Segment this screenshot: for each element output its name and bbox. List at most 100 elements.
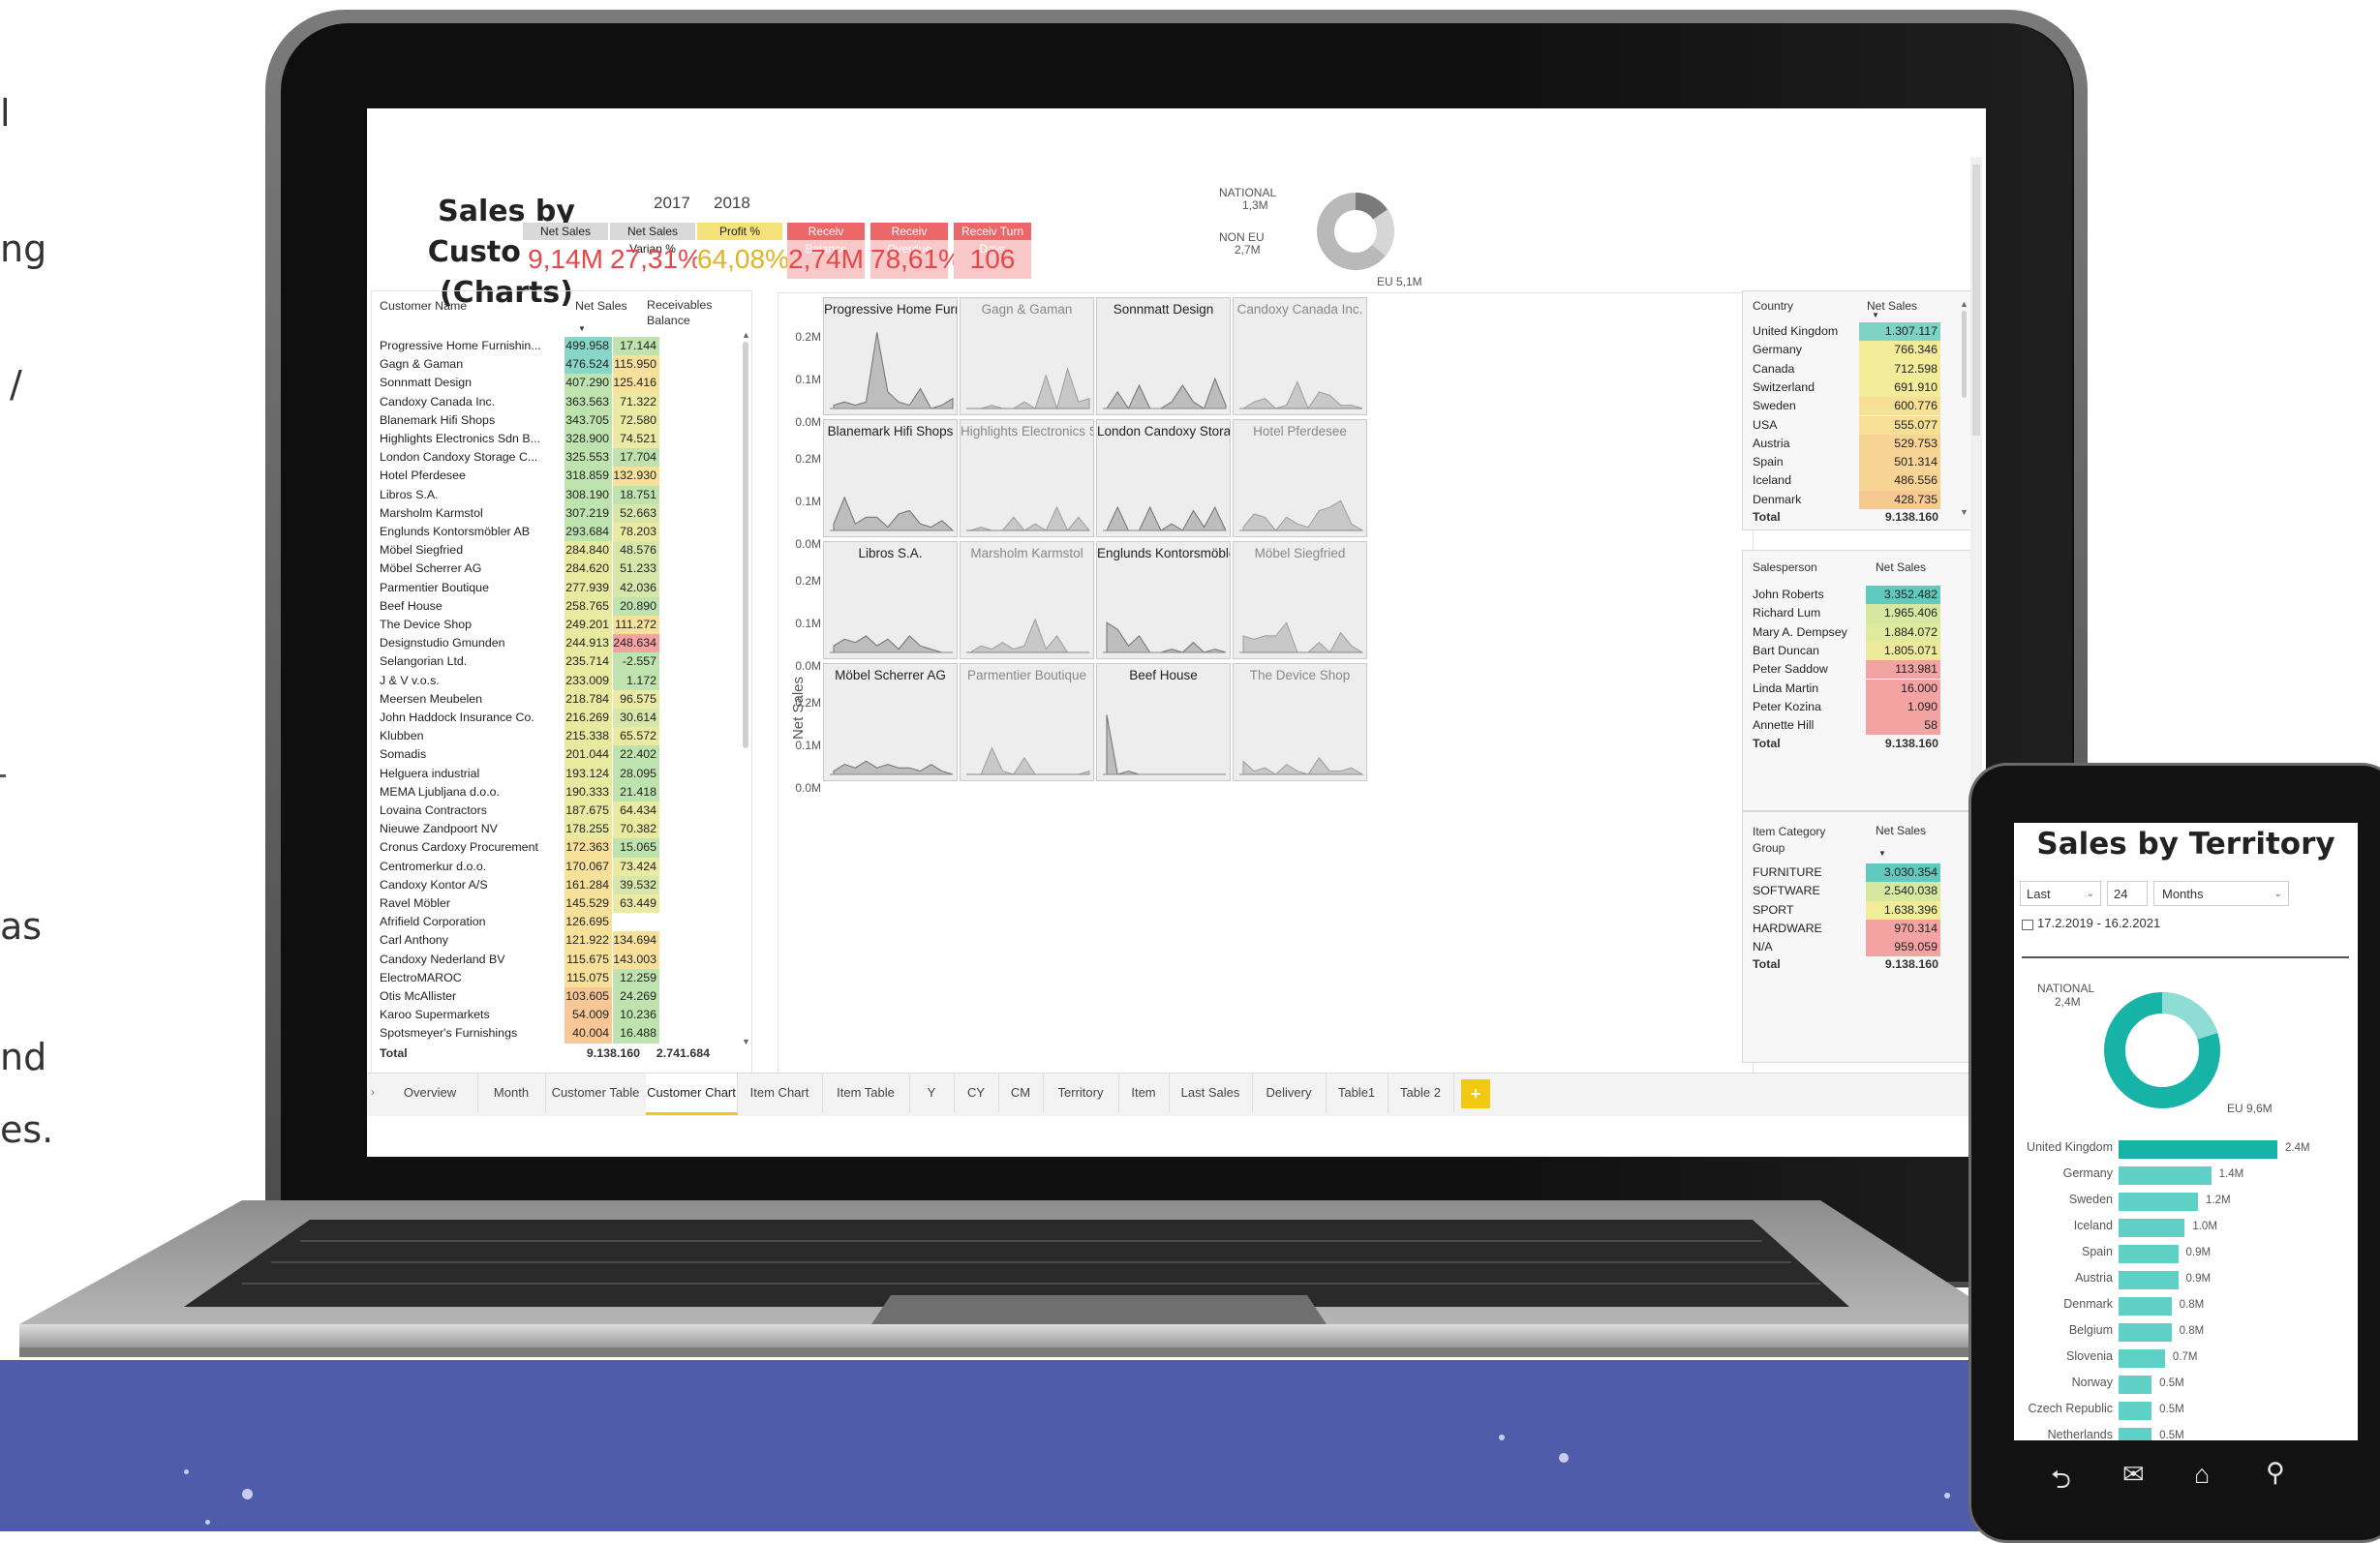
table-row[interactable]: Denmark 428.735 (1743, 490, 1958, 509)
table-row[interactable]: Möbel Scherrer AG 284.620 51.233 (372, 560, 740, 579)
table-row[interactable]: Candoxy Kontor A/S 161.284 39.532 (372, 875, 740, 894)
customer-trend-tile[interactable]: The Device Shop (1233, 663, 1367, 781)
table-row[interactable]: ElectroMAROC 115.075 12.259 (372, 968, 740, 987)
tab-cm[interactable]: CM (998, 1074, 1044, 1112)
table-row[interactable]: Germany 766.346 (1743, 341, 1958, 360)
filter-unit-select[interactable]: Months ⌄ (2153, 881, 2289, 906)
table-row[interactable]: Sweden 600.776 (1743, 397, 1958, 416)
territory-bar[interactable] (2119, 1376, 2152, 1394)
table-row[interactable]: Iceland 486.556 (1743, 471, 1958, 491)
col-country[interactable]: Country (1753, 299, 1793, 313)
table-row[interactable]: United Kingdom 1.307.117 (1743, 322, 1958, 342)
table-row[interactable]: Afrifield Corporation 126.695 (372, 913, 740, 932)
table-row[interactable]: Peter Kozina 1.090 (1743, 697, 1958, 717)
report-scroll-thumb[interactable] (1972, 165, 1980, 436)
table-row[interactable]: London Candoxy Storage C... 325.553 17.704 (372, 448, 740, 468)
customer-trend-tile[interactable]: Libros S.A. (823, 541, 958, 659)
table-scrollbar[interactable]: ▲ ▼ (742, 330, 750, 1046)
table-row[interactable]: Hotel Pferdesee 318.859 132.930 (372, 467, 740, 486)
tab-item[interactable]: Item (1118, 1074, 1170, 1112)
year-2017[interactable]: 2017 (654, 194, 690, 213)
table-row[interactable]: John Roberts 3.352.482 (1743, 586, 1958, 605)
table-row[interactable]: Lovaina Contractors 187.675 64.434 (372, 802, 740, 821)
table-row[interactable]: Beef House 258.765 20.890 (372, 596, 740, 616)
table-row[interactable]: Cronus Cardoxy Procurement 172.363 15.065 (372, 838, 740, 858)
table-row[interactable]: Ravel Möbler 145.529 63.449 (372, 894, 740, 914)
table-row[interactable]: Candoxy Nederland BV 115.675 143.003 (372, 950, 740, 969)
table-row[interactable]: Austria 529.753 (1743, 434, 1958, 454)
table-row[interactable]: Annette Hill 58 (1743, 716, 1958, 736)
tab-item-table[interactable]: Item Table (822, 1074, 910, 1112)
territory-bar[interactable] (2119, 1428, 2152, 1440)
tab-cy[interactable]: CY (954, 1074, 999, 1112)
back-icon[interactable]: ⮌ (2051, 1462, 2071, 1504)
table-row[interactable]: Candoxy Canada Inc. 363.563 71.322 (372, 392, 740, 411)
tabs-scroll-left-icon[interactable]: › (371, 1085, 375, 1099)
table-row[interactable]: Spain 501.314 (1743, 453, 1958, 472)
customer-trend-tile[interactable]: Englunds Kontorsmöbler AB (1096, 541, 1231, 659)
table-row[interactable]: Parmentier Boutique 277.939 42.036 (372, 578, 740, 597)
customer-trend-tile[interactable]: Gagn & Gaman (960, 297, 1094, 415)
table-row[interactable]: Linda Martin 16.000 (1743, 679, 1958, 698)
table-row[interactable]: Libros S.A. 308.190 18.751 (372, 485, 740, 504)
customer-trend-tile[interactable]: Highlights Electronics Sdn Bhd (960, 419, 1094, 537)
table-row[interactable]: Otis McAllister 103.605 24.269 (372, 987, 740, 1007)
table-row[interactable]: Gagn & Gaman 476.524 115.950 (372, 355, 740, 375)
tab-customer-table[interactable]: Customer Table (545, 1074, 647, 1112)
table-row[interactable]: Klubben 215.338 65.572 (372, 727, 740, 746)
table-row[interactable]: Progressive Home Furnishin... 499.958 17.1… (372, 337, 740, 356)
table-row[interactable]: Peter Saddow 113.981 (1743, 660, 1958, 680)
tab-y[interactable]: Y (909, 1074, 955, 1112)
table-row[interactable]: Somadis 201.044 22.402 (372, 745, 740, 765)
filter-count-input[interactable]: 24 (2107, 881, 2148, 906)
table-row[interactable]: J & V v.o.s. 233.009 1.172 (372, 671, 740, 690)
scroll-thumb[interactable] (1961, 311, 1967, 398)
col-item-category[interactable]: Item Category Group (1753, 824, 1849, 857)
mail-icon[interactable]: ✉ (2122, 1460, 2145, 1490)
customer-trend-tile[interactable]: Hotel Pferdesee (1233, 419, 1367, 537)
table-row[interactable]: Richard Lum 1.965.406 (1743, 604, 1958, 623)
table-row[interactable]: Möbel Siegfried 284.840 48.576 (372, 541, 740, 560)
table-row[interactable]: Blanemark Hifi Shops 343.705 72.580 (372, 410, 740, 430)
tab-delivery[interactable]: Delivery (1252, 1074, 1327, 1112)
home-icon[interactable]: ⌂ (2194, 1460, 2210, 1490)
table-row[interactable]: USA 555.077 (1743, 415, 1958, 435)
table-row[interactable]: Selangorian Ltd. 235.714 -2.557 (372, 652, 740, 672)
table-row[interactable]: SPORT 1.638.396 (1743, 900, 1958, 920)
customer-trend-tile[interactable]: Candoxy Canada Inc. (1233, 297, 1367, 415)
table-row[interactable]: Switzerland 691.910 (1743, 378, 1958, 398)
territory-bar[interactable] (2119, 1166, 2212, 1185)
tab-table1[interactable]: Table1 (1326, 1074, 1388, 1112)
table-row[interactable]: Helguera industrial 193.124 28.095 (372, 764, 740, 783)
tab-territory[interactable]: Territory (1043, 1074, 1119, 1112)
table-row[interactable]: SOFTWARE 2.540.038 (1743, 882, 1958, 901)
table-row[interactable]: Centromerkur d.o.o. 170.067 73.424 (372, 857, 740, 876)
customer-trend-tile[interactable]: Möbel Scherrer AG (823, 663, 958, 781)
filter-mode-select[interactable]: Last ⌄ (2020, 881, 2101, 906)
col-category-net-sales[interactable]: Net Sales (1876, 824, 1926, 837)
customer-trend-tile[interactable]: Beef House (1096, 663, 1231, 781)
customer-trend-tile[interactable]: Marsholm Karmstol (960, 541, 1094, 659)
customer-trend-tile[interactable]: London Candoxy Storage Ca... (1096, 419, 1231, 537)
territory-bar[interactable] (2119, 1140, 2277, 1159)
territory-bar[interactable] (2119, 1402, 2152, 1420)
tab-month[interactable]: Month (477, 1074, 546, 1112)
table-row[interactable]: Marsholm Karmstol 307.219 52.663 (372, 503, 740, 523)
col-net-sales[interactable]: Net Sales (575, 299, 627, 313)
tab-item-chart[interactable]: Item Chart (737, 1074, 823, 1112)
territory-bar[interactable] (2119, 1219, 2185, 1237)
col-salesperson[interactable]: Salesperson (1753, 560, 1817, 574)
tab-overview[interactable]: Overview (382, 1074, 478, 1112)
search-icon[interactable]: ⚲ (2266, 1458, 2285, 1488)
territory-bar[interactable] (2119, 1271, 2179, 1289)
table-row[interactable]: Mary A. Dempsey 1.884.072 (1743, 622, 1958, 642)
customer-trend-tile[interactable]: Progressive Home Furnishings (823, 297, 958, 415)
table-row[interactable]: MEMA Ljubljana d.o.o. 190.333 21.418 (372, 782, 740, 802)
territory-bar[interactable] (2119, 1245, 2179, 1263)
table-row[interactable]: Highlights Electronics Sdn B... 328.900 74… (372, 430, 740, 449)
table-row[interactable]: Canada 712.598 (1743, 359, 1958, 378)
table-row[interactable]: Spotsmeyer's Furnishings 40.004 16.488 (372, 1024, 740, 1044)
table-row[interactable]: N/A 959.059 (1743, 938, 1958, 957)
table-row[interactable]: Bart Duncan 1.805.071 (1743, 641, 1958, 661)
scroll-up-icon[interactable]: ▲ (742, 330, 750, 340)
